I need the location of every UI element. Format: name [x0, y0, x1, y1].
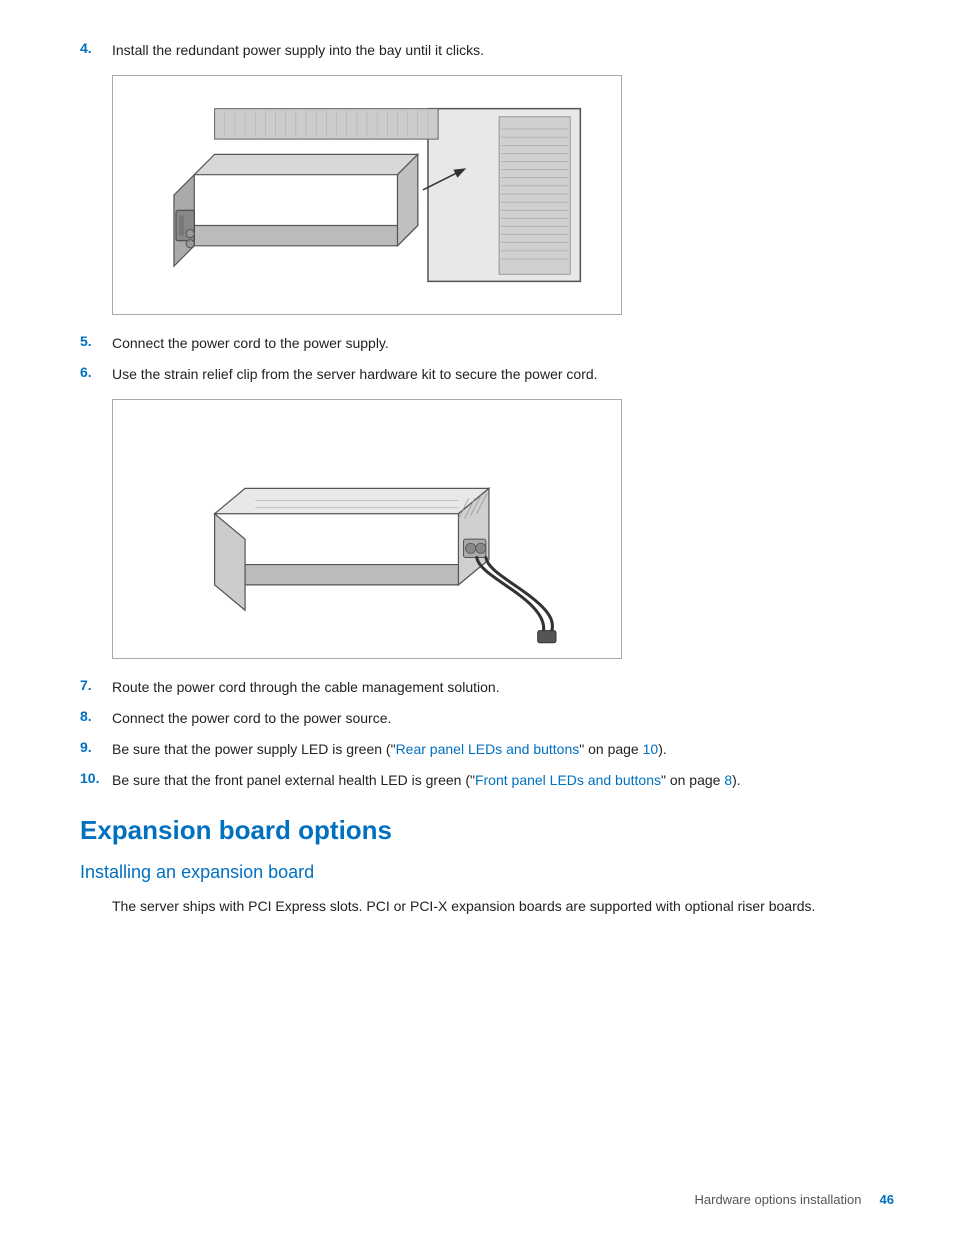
- diagram-power-supply-cord: [112, 399, 622, 659]
- diagram-2-svg: [113, 400, 621, 658]
- step-10: 10. Be sure that the front panel externa…: [80, 770, 874, 791]
- step-7: 7. Route the power cord through the cabl…: [80, 677, 874, 698]
- step-4-text: Install the redundant power supply into …: [112, 40, 484, 61]
- step-9-text: Be sure that the power supply LED is gre…: [112, 739, 667, 760]
- step-6-text: Use the strain relief clip from the serv…: [112, 364, 598, 385]
- page: 4. Install the redundant power supply in…: [0, 0, 954, 1235]
- footer-page: 46: [880, 1192, 894, 1207]
- subsection-title: Installing an expansion board: [80, 862, 874, 883]
- step-5-number: 5.: [80, 333, 112, 349]
- step-8-number: 8.: [80, 708, 112, 724]
- step-7-number: 7.: [80, 677, 112, 693]
- section-body: The server ships with PCI Express slots.…: [112, 895, 874, 917]
- footer: Hardware options installation 46: [695, 1192, 895, 1207]
- step-8: 8. Connect the power cord to the power s…: [80, 708, 874, 729]
- step-10-link-page8[interactable]: 8: [724, 772, 732, 788]
- step-10-text: Be sure that the front panel external he…: [112, 770, 741, 791]
- step-5-text: Connect the power cord to the power supp…: [112, 333, 389, 354]
- step-6: 6. Use the strain relief clip from the s…: [80, 364, 874, 385]
- footer-label: Hardware options installation: [695, 1192, 862, 1207]
- step-9-number: 9.: [80, 739, 112, 755]
- section-title: Expansion board options: [80, 815, 874, 846]
- step-9-link-page10[interactable]: 10: [643, 741, 659, 757]
- step-9: 9. Be sure that the power supply LED is …: [80, 739, 874, 760]
- step-6-number: 6.: [80, 364, 112, 380]
- step-7-text: Route the power cord through the cable m…: [112, 677, 500, 698]
- diagram-1-svg: [113, 76, 621, 314]
- step-8-text: Connect the power cord to the power sour…: [112, 708, 391, 729]
- step-10-number: 10.: [80, 770, 112, 786]
- step-4: 4. Install the redundant power supply in…: [80, 40, 874, 61]
- step-5: 5. Connect the power cord to the power s…: [80, 333, 874, 354]
- step-10-link-front-panel[interactable]: Front panel LEDs and buttons: [475, 772, 661, 788]
- diagram-power-supply-install: [112, 75, 622, 315]
- step-9-link-rear-panel[interactable]: Rear panel LEDs and buttons: [396, 741, 580, 757]
- footer-separator: [865, 1192, 876, 1207]
- step-4-number: 4.: [80, 40, 112, 56]
